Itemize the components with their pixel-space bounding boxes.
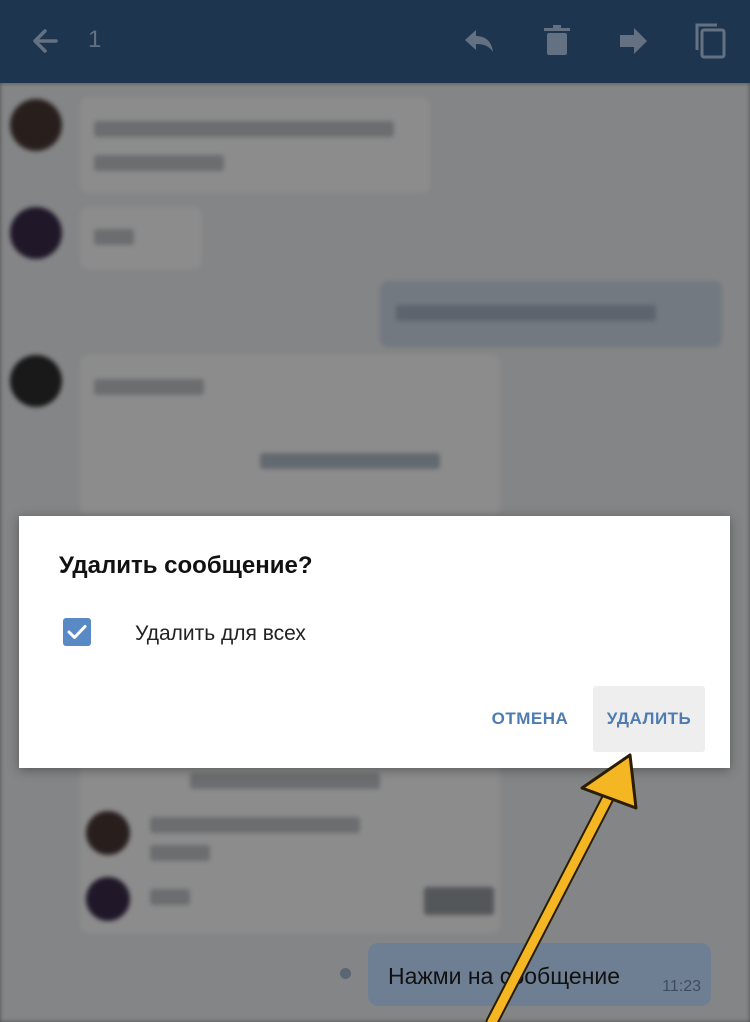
outgoing-message[interactable]: Нажми на сообщение 11:23 (368, 943, 711, 1006)
toolbar-scrim (0, 0, 750, 83)
checkbox-label[interactable]: Удалить для всех (135, 622, 306, 646)
delete-for-all-checkbox[interactable] (63, 618, 91, 646)
checkmark-icon (67, 625, 87, 639)
cancel-button[interactable]: ОТМЕНА (475, 686, 585, 752)
message-text: Нажми на сообщение (388, 963, 621, 989)
dialog-title: Удалить сообщение? (59, 552, 313, 579)
delete-button[interactable]: УДАЛИТЬ (593, 686, 705, 752)
message-time: 11:23 (662, 978, 701, 995)
delete-message-dialog: Удалить сообщение? Удалить для всех ОТМЕ… (19, 516, 730, 768)
unread-indicator (340, 968, 351, 979)
